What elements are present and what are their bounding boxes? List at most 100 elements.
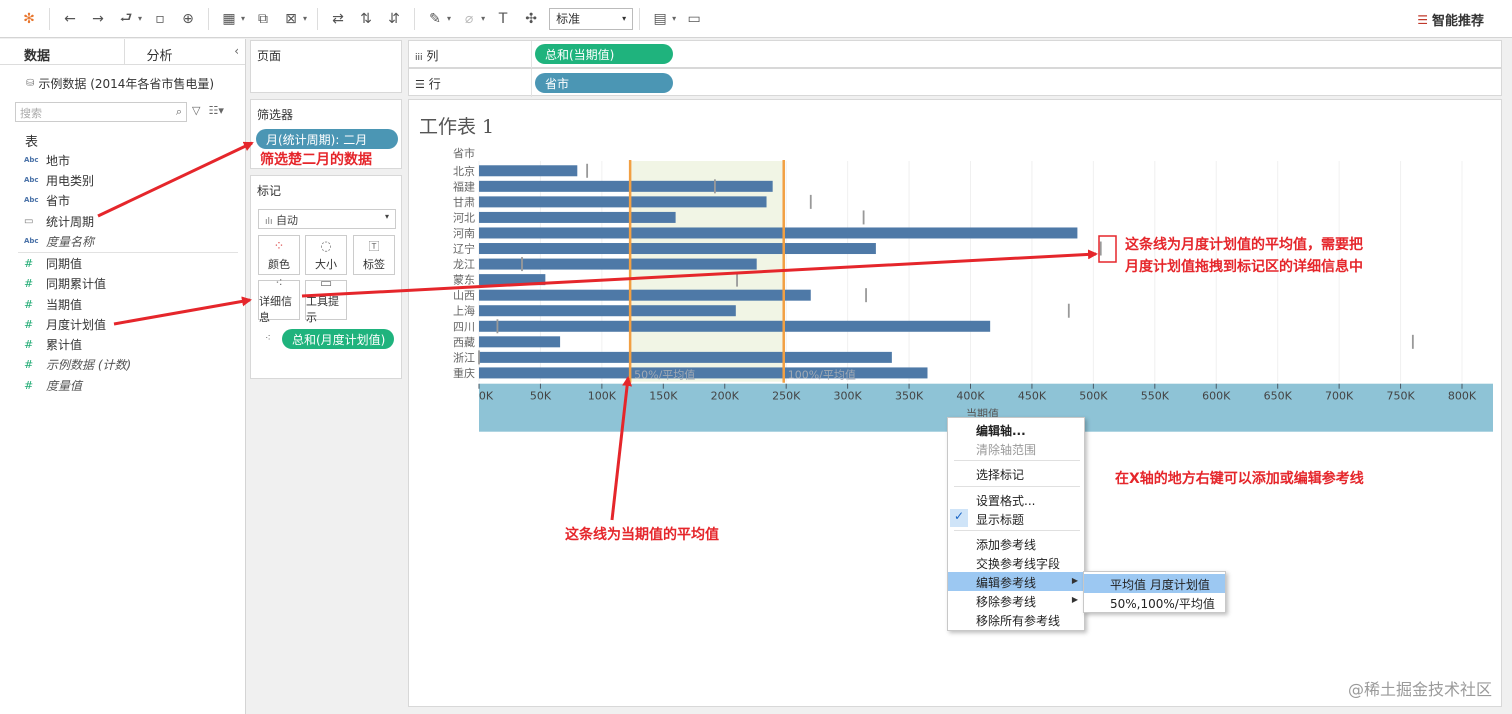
filter-icon[interactable]: ▽ — [192, 104, 200, 117]
menu-remove-all-reference-lines[interactable]: 移除所有参考线 — [948, 610, 1084, 629]
field-label: 月度计划值 — [46, 317, 107, 332]
menu-select-marks[interactable]: 选择标记 — [948, 464, 1084, 483]
size-button[interactable]: ◌ 大小 — [305, 235, 347, 275]
columns-pill-current-value[interactable]: 总和(当期值) — [535, 44, 673, 64]
bar — [479, 211, 676, 223]
number-type-icon: # — [24, 337, 34, 351]
submenu-distribution-band[interactable]: 50%,100%/平均值 — [1084, 593, 1225, 612]
menu-clear-axis-range: 清除轴范围 — [976, 443, 1037, 457]
new-datasource-icon[interactable]: ⊕ — [177, 6, 199, 32]
chevron-down-icon[interactable]: ▾ — [447, 14, 451, 23]
row-label: 龙江 — [453, 258, 475, 271]
label-button[interactable]: 🅃 标签 — [353, 235, 395, 275]
chevron-down-icon[interactable]: ▾ — [241, 14, 245, 23]
data-panel: 数据 分析 ‹ ⛁ 示例数据 (2014年各省市售电量) 搜索 ⌕ ▽ ☷▾ 表… — [0, 39, 246, 714]
chevron-down-icon[interactable]: ▾ — [138, 14, 142, 23]
menu-add-reference-line[interactable]: 添加参考线 — [948, 534, 1084, 553]
field-current-value[interactable]: # 当期值 — [24, 294, 82, 314]
field-measure-values[interactable]: # 度量值 — [24, 375, 82, 395]
row-label: 上海 — [453, 304, 475, 318]
fit-select[interactable]: 标准 ▾ — [549, 7, 634, 30]
tab-data[interactable]: 数据 — [0, 39, 123, 64]
marks-title: 标记 — [257, 184, 282, 198]
show-cards-icon[interactable]: ▤ — [649, 6, 671, 32]
menu-edit-axis[interactable]: 编辑轴... — [948, 420, 1084, 439]
field-measure-names[interactable]: Abc 度量名称 — [24, 231, 94, 251]
reference-line-submenu: 平均值 月度计划值 50%,100%/平均值 — [1083, 571, 1226, 613]
sort-descending-icon[interactable]: ⇵ — [383, 6, 405, 32]
datasource[interactable]: ⛁ 示例数据 (2014年各省市售电量) — [0, 65, 245, 95]
search-icon: ⌕ — [175, 105, 182, 118]
menu-format[interactable]: 设置格式... — [948, 490, 1084, 509]
field-monthly-plan[interactable]: # 月度计划值 — [24, 314, 106, 334]
chevron-down-icon[interactable]: ▾ — [303, 14, 307, 23]
pin-icon[interactable]: ✣ — [520, 6, 542, 32]
rows-icon: ☰ — [415, 78, 425, 91]
field-record-count[interactable]: # 示例数据 (计数) — [24, 354, 131, 374]
tab-analysis[interactable]: 分析 — [123, 39, 246, 64]
columns-shelf[interactable]: iii 列 总和(当期值) — [408, 40, 1502, 69]
data-panel-tabs: 数据 分析 ‹ — [0, 39, 245, 65]
row-label: 山西 — [453, 289, 475, 302]
undo-icon[interactable]: ← — [59, 6, 81, 32]
replay-icon[interactable]: ⮐ — [115, 6, 137, 32]
chevron-down-icon[interactable]: ▾ — [481, 14, 485, 23]
row-label: 浙江 — [453, 351, 475, 364]
color-button[interactable]: ⁘ 颜色 — [258, 235, 300, 275]
menu-show-header[interactable]: 显示标题 — [948, 509, 1084, 528]
field-cumulative[interactable]: # 累计值 — [24, 334, 82, 354]
detail-button[interactable]: ⁖ 详细信息 — [258, 276, 300, 324]
duplicate-sheet-icon[interactable]: ⧉ — [252, 6, 274, 32]
bar — [479, 258, 757, 270]
pages-panel[interactable]: 页面 — [250, 40, 402, 93]
collapse-icon[interactable]: ‹ — [234, 44, 239, 58]
datasource-icon: ⛁ — [26, 77, 35, 89]
field-city[interactable]: Abc 地市 — [24, 150, 70, 170]
field-label: 同期值 — [46, 256, 83, 271]
mark-type-select[interactable]: ılı 自动 ▾ — [258, 209, 396, 229]
x-tick-label: 100K — [588, 390, 617, 403]
field-period[interactable]: ▭ 统计周期 — [24, 211, 94, 231]
menu-swap-reference-line-fields[interactable]: 交换参考线字段 — [948, 553, 1084, 572]
tableau-logo-icon[interactable]: ✻ — [18, 6, 40, 32]
new-worksheet-icon[interactable]: ▦ — [218, 6, 240, 32]
redo-icon[interactable]: → — [87, 6, 109, 32]
chevron-down-icon[interactable]: ▾ — [672, 14, 676, 23]
swap-icon[interactable]: ⇄ — [327, 6, 349, 32]
x-tick-label: 0K — [479, 390, 494, 403]
field-label: 同期累计值 — [46, 276, 107, 291]
rows-pill-province[interactable]: 省市 — [535, 73, 673, 93]
presentation-icon[interactable]: ▭ — [683, 6, 705, 32]
filter-pill-month[interactable]: 月(统计周期): 二月 — [256, 129, 398, 149]
label-icon[interactable]: T — [492, 6, 514, 32]
chevron-down-icon: ▾ — [384, 212, 389, 221]
view-options-icon[interactable]: ☷▾ — [208, 104, 223, 117]
menu-edit-reference-line[interactable]: 编辑参考线 ▶ — [948, 572, 1084, 591]
search-input[interactable]: 搜索 ⌕ — [15, 102, 187, 122]
field-usage-type[interactable]: Abc 用电类别 — [24, 170, 94, 190]
bar — [479, 320, 991, 332]
field-prior-value[interactable]: # 同期值 — [24, 253, 82, 273]
string-type-icon: Abc — [24, 237, 39, 245]
toolbar-divider — [414, 7, 416, 30]
detail-pill-monthly-plan[interactable]: 总和(月度计划值) — [282, 329, 394, 349]
columns-icon: iii — [415, 53, 423, 63]
sort-ascending-icon[interactable]: ⇅ — [355, 6, 377, 32]
menu-remove-reference-line[interactable]: 移除参考线 ▶ — [948, 591, 1084, 610]
toolbar-divider — [49, 7, 50, 30]
rows-shelf[interactable]: ☰ 行 省市 — [408, 68, 1502, 97]
tab-divider — [124, 39, 125, 65]
field-label: 度量值 — [46, 378, 83, 393]
highlight-icon[interactable]: ✎ — [424, 6, 446, 32]
submenu-avg-monthly-plan[interactable]: 平均值 月度计划值 — [1084, 574, 1225, 593]
smart-recommend-label: 智能推荐 — [1431, 14, 1484, 29]
tooltip-button[interactable]: ▭ 工具提示 — [305, 276, 347, 324]
group-icon[interactable]: ⌀ — [458, 6, 480, 32]
save-icon[interactable]: ▫ — [149, 6, 171, 32]
clear-sheet-icon[interactable]: ⊠ — [280, 6, 302, 32]
string-type-icon: Abc — [24, 176, 39, 184]
field-prior-cumulative[interactable]: # 同期累计值 — [24, 273, 106, 293]
bar — [479, 243, 876, 255]
field-province[interactable]: Abc 省市 — [24, 190, 70, 210]
smart-recommend-button[interactable]: ☰ 智能推荐 — [1417, 10, 1484, 30]
